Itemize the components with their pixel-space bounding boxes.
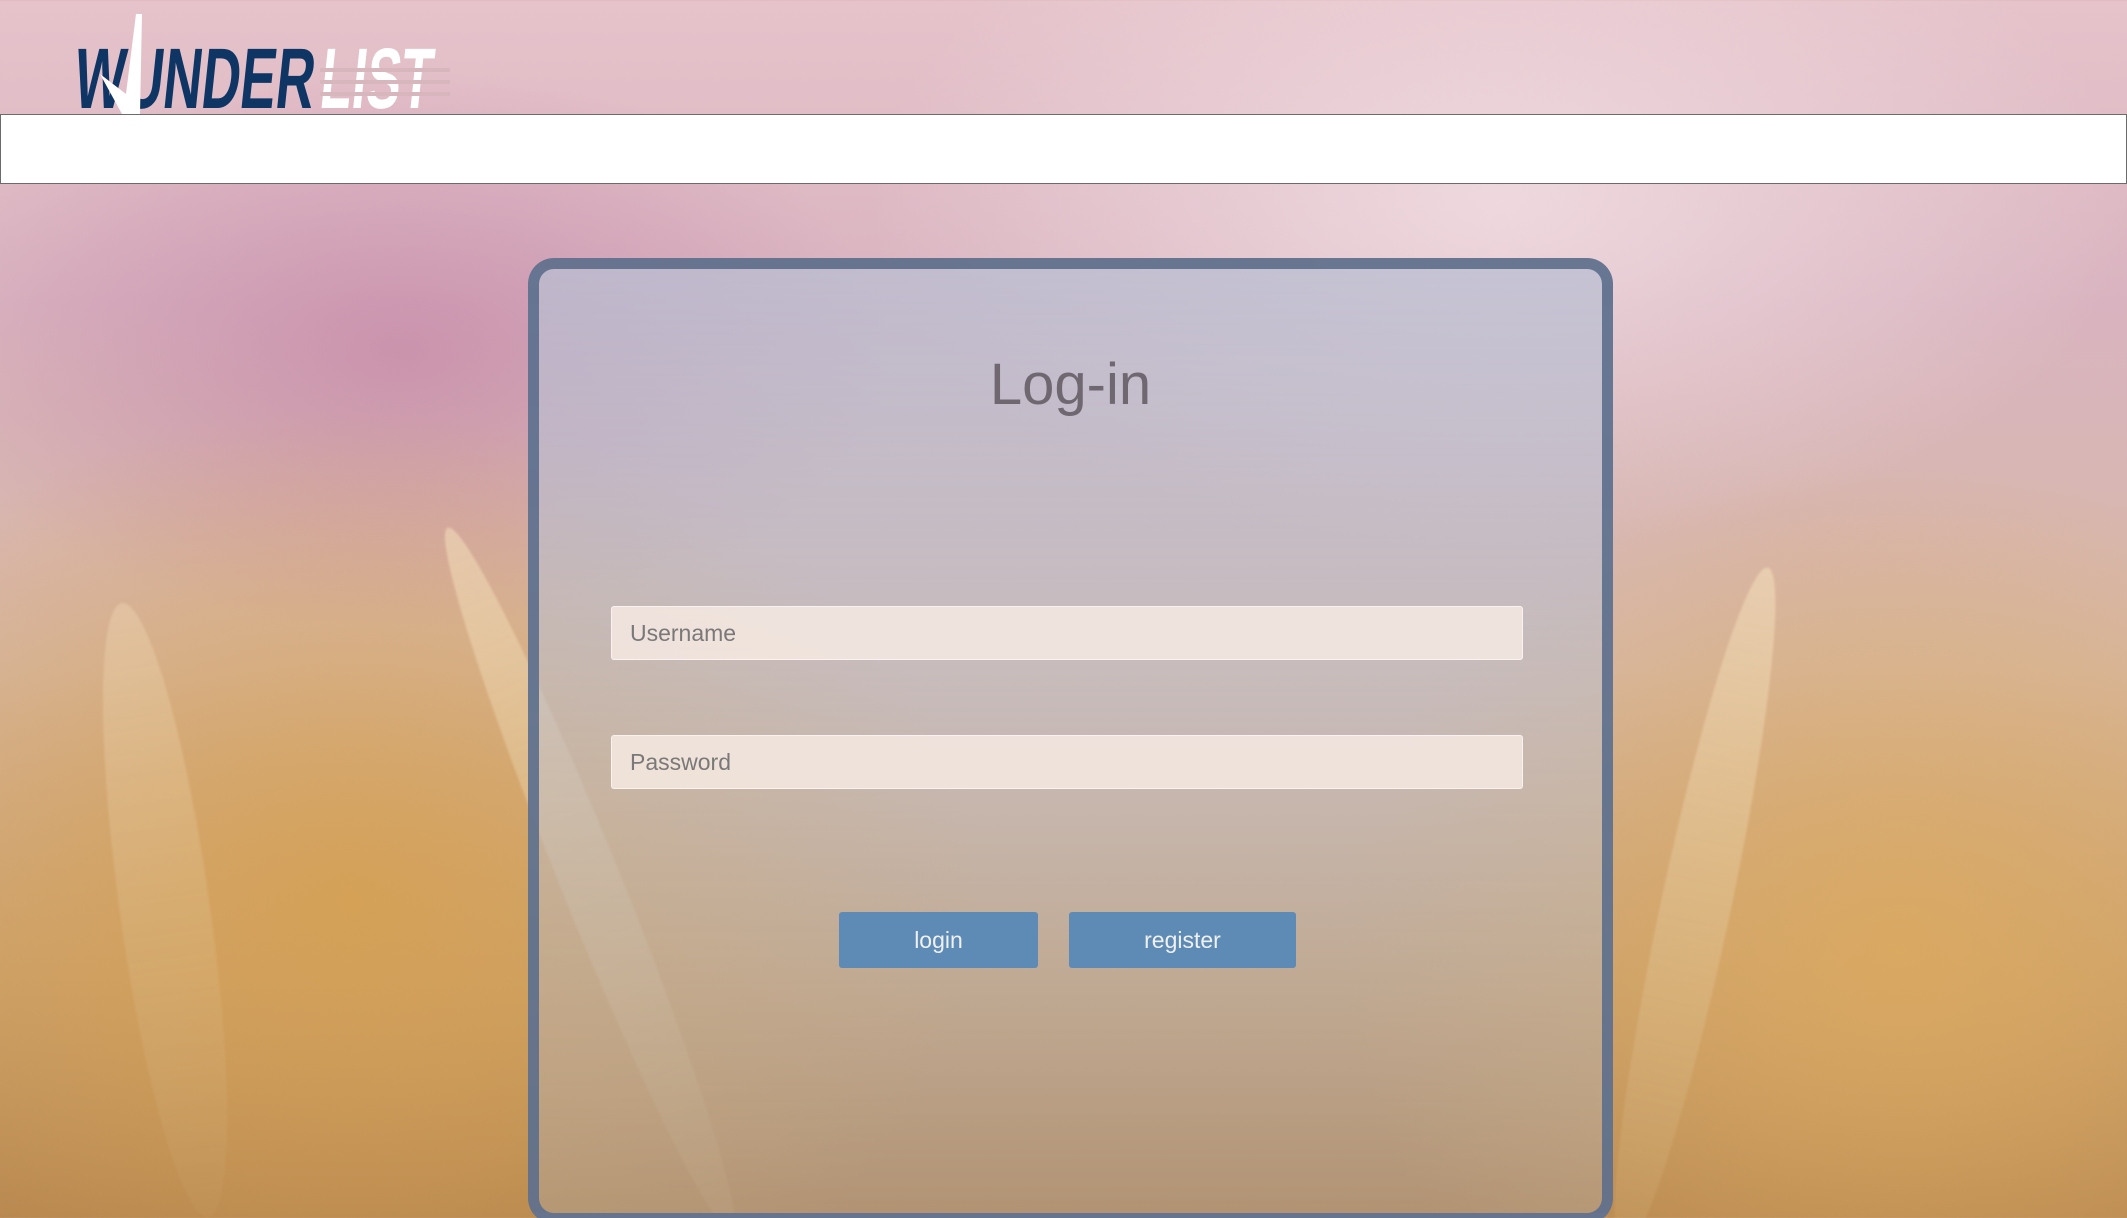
wheat-background-decoration [77, 596, 253, 1218]
username-input[interactable] [611, 606, 1523, 660]
password-input[interactable] [611, 735, 1523, 789]
login-button[interactable]: login [839, 912, 1038, 968]
logo-stripe [320, 68, 450, 72]
wunderlist-logo: WUNDER LIST [70, 14, 450, 114]
register-button[interactable]: register [1069, 912, 1296, 968]
login-card: Log-in login register [528, 258, 1613, 1218]
logo-primary-text: WUNDER [70, 31, 320, 114]
header-bar [0, 114, 2127, 184]
login-title: Log-in [989, 352, 1152, 417]
logo-secondary-text: LIST [316, 31, 438, 114]
logo-stripe [320, 92, 450, 96]
wheat-background-decoration [1587, 560, 1803, 1218]
logo-stripe [320, 80, 450, 84]
